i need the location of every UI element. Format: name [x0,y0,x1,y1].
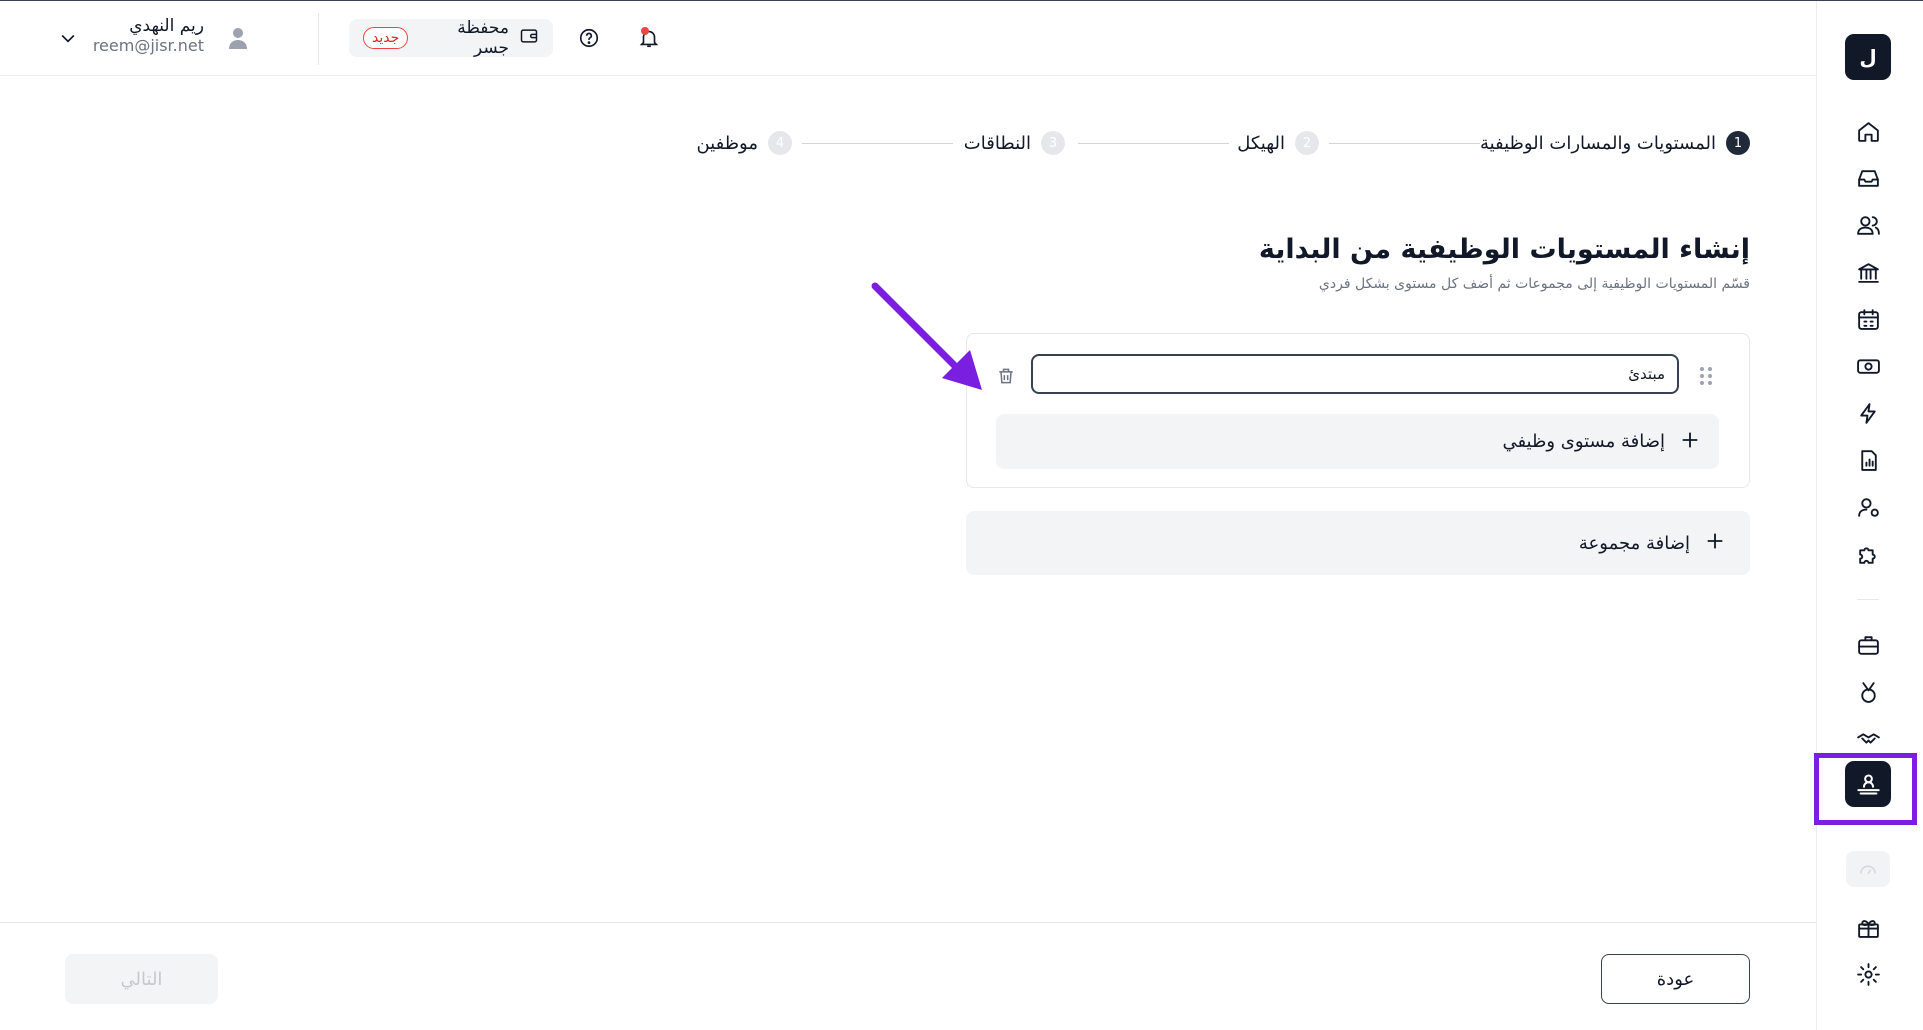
stepper-line [802,143,953,144]
step-label: المستويات والمسارات الوظيفية [1479,132,1716,154]
step-label: الهيكل [1237,132,1285,154]
step-number: 2 [1295,131,1319,155]
footer-divider [0,922,1816,923]
gauge-icon[interactable] [1846,851,1890,887]
stepper-line [1078,143,1229,144]
gift-icon[interactable] [1846,905,1890,949]
icon-sidebar: ل [1814,1,1923,1030]
plus-icon [1679,429,1701,455]
report-icon[interactable] [1846,438,1890,482]
page-title: إنشاء المستويات الوظيفية من البداية [1258,234,1750,265]
briefcase-icon[interactable] [1846,623,1890,667]
wallet-button[interactable]: محفظة جسر جديد [349,18,553,58]
annotation-arrow [871,282,982,390]
page-subtitle: قسّم المستويات الوظيفية إلى مجموعات ثم أ… [1318,276,1750,292]
top-header: ريم النهدي reem@jisr.net محفظة جسر جديد [0,1,1816,76]
avatar[interactable] [226,26,250,54]
company-logo[interactable]: ل [1845,34,1891,80]
bank-icon[interactable] [1846,250,1890,294]
level-name-input[interactable] [1031,354,1679,394]
hand-user-icon[interactable] [1845,761,1891,807]
puzzle-icon[interactable] [1846,532,1890,576]
user-email: reem@jisr.net [92,36,204,55]
inbox-icon[interactable] [1846,156,1890,200]
chevron-down-icon[interactable] [58,28,78,52]
add-group-label: إضافة مجموعة [1578,532,1690,554]
users-icon[interactable] [1846,203,1890,247]
wallet-label: محفظة جسر [457,18,509,58]
step-4[interactable]: 4 موظفين [696,131,792,155]
gear-icon[interactable] [1846,952,1890,996]
step-label: النطاقات [963,132,1031,154]
new-badge: جديد [363,27,409,49]
help-icon[interactable] [578,27,600,53]
stepper-line [1329,143,1480,144]
add-level-button[interactable]: إضافة مستوى وظيفي [996,414,1719,469]
drag-handle-icon[interactable] [1696,364,1716,392]
add-level-label: إضافة مستوى وظيفي [1502,431,1665,452]
step-3[interactable]: 3 النطاقات [964,131,1065,155]
automation-icon[interactable] [1846,391,1890,435]
step-number: 1 [1726,131,1750,155]
calendar-icon[interactable] [1846,297,1890,341]
plus-icon [1704,530,1726,556]
medal-icon[interactable] [1846,670,1890,714]
header-divider [318,13,319,65]
sidebar-divider [1857,599,1879,600]
step-number: 3 [1041,131,1065,155]
step-1[interactable]: 1 المستويات والمسارات الوظيفية [1480,131,1750,155]
cash-icon[interactable] [1846,344,1890,388]
add-group-button[interactable]: إضافة مجموعة [966,511,1750,575]
user-info[interactable]: ريم النهدي reem@jisr.net [93,16,204,56]
notification-dot [641,27,649,35]
home-icon[interactable] [1846,109,1890,153]
step-2[interactable]: 2 الهيكل [1237,131,1319,155]
user-name: ريم النهدي [129,16,204,36]
user-settings-icon[interactable] [1846,485,1890,529]
trash-icon[interactable] [996,366,1016,390]
wallet-icon [519,26,539,50]
next-button[interactable]: التالي [65,954,218,1004]
back-button[interactable]: عودة [1601,954,1750,1004]
step-label: موظفين [696,132,758,154]
step-number: 4 [768,131,792,155]
